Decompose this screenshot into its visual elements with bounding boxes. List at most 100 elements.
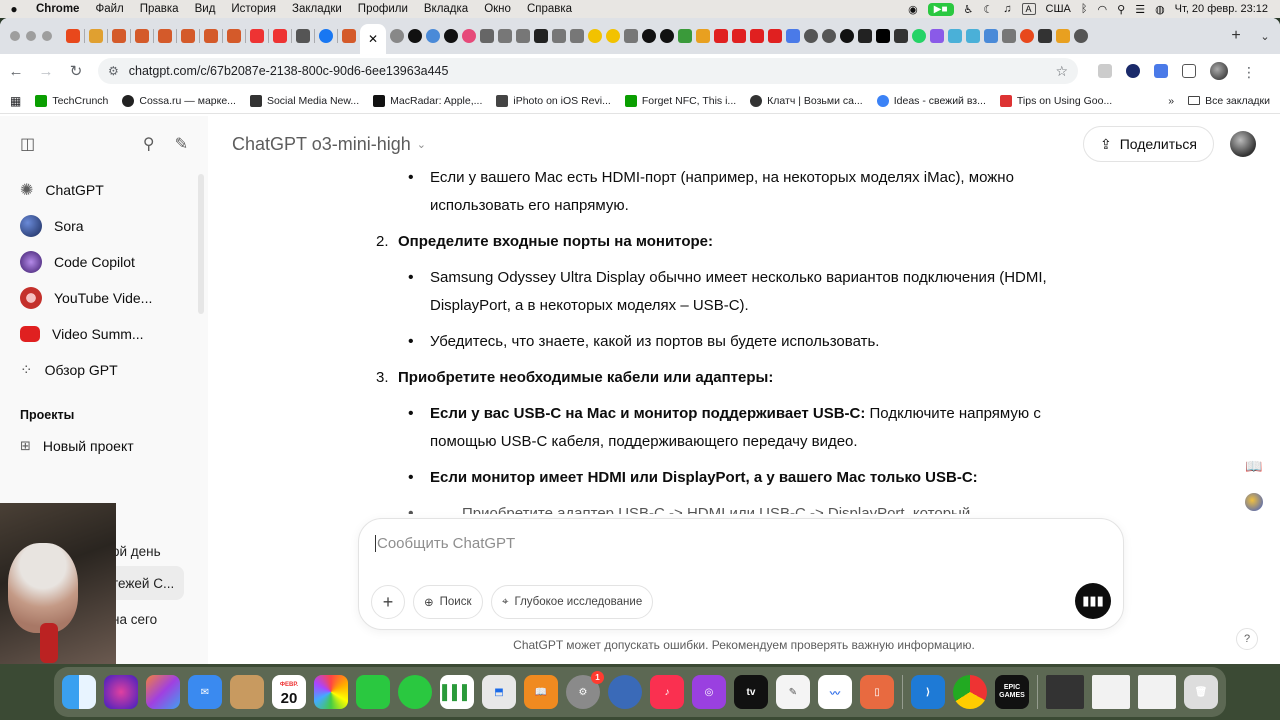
menubar-datetime[interactable]: Чт, 20 февр. 23:12 <box>1175 3 1268 15</box>
tab-favicon[interactable] <box>1020 29 1034 43</box>
tab-favicon[interactable] <box>966 29 980 43</box>
tab-favicon[interactable] <box>786 29 800 43</box>
x-tab-favicon[interactable] <box>876 29 890 43</box>
composer-input[interactable]: Сообщить ChatGPT <box>375 535 515 552</box>
github-tab-favicon[interactable] <box>642 29 656 43</box>
translate-extension-icon[interactable] <box>1154 64 1168 78</box>
zoom-window-button[interactable] <box>42 31 52 41</box>
bookmark-star-icon[interactable]: ☆ <box>1055 63 1068 80</box>
back-button[interactable]: ← <box>8 63 24 80</box>
minimize-window-button[interactable] <box>26 31 36 41</box>
tab-favicon[interactable] <box>948 29 962 43</box>
github-tab-favicon[interactable] <box>408 29 422 43</box>
minimized-window[interactable] <box>1092 675 1130 709</box>
iphone-mirroring-icon[interactable]: ▯ <box>860 675 894 709</box>
menu-history[interactable]: История <box>223 3 284 15</box>
youtube-tab-favicon[interactable] <box>768 29 782 43</box>
menu-bookmarks[interactable]: Закладки <box>284 3 350 15</box>
chrome-dock-icon[interactable] <box>953 675 987 709</box>
open-book-icon[interactable]: 📖 <box>1242 454 1266 478</box>
youtube-tab-favicon[interactable] <box>750 29 764 43</box>
close-window-button[interactable] <box>10 31 20 41</box>
tab-favicon[interactable] <box>570 29 584 43</box>
tab-favicon[interactable] <box>1056 29 1070 43</box>
tab-favicon[interactable] <box>930 29 944 43</box>
chrome-menu-icon[interactable]: ⋮ <box>1242 64 1256 80</box>
control-center-icon[interactable]: ☰ <box>1135 3 1145 16</box>
extension-icon[interactable] <box>1098 64 1112 78</box>
input-source-label[interactable]: США <box>1046 3 1071 15</box>
github-tab-favicon[interactable] <box>444 29 458 43</box>
active-tab[interactable]: ✕ <box>360 24 386 54</box>
bookmark-cossa[interactable]: Cossa.ru — марке... <box>122 94 236 107</box>
menu-app-name[interactable]: Chrome <box>28 3 87 15</box>
help-button[interactable]: ? <box>1236 628 1258 650</box>
address-bar-url[interactable]: chatgpt.com/c/67b2087e-2138-800c-90d6-6e… <box>129 64 449 78</box>
numbers-icon[interactable]: ▌▌▌ <box>440 675 474 709</box>
composer[interactable]: Сообщить ChatGPT + ⊕ Поиск ⌖ Глубокое иссл… <box>358 518 1124 630</box>
reload-button[interactable]: ↻ <box>68 62 84 80</box>
wifi-icon[interactable]: ◠ <box>1098 3 1108 16</box>
do-not-disturb-icon[interactable]: ☾ <box>983 3 993 16</box>
menu-tab[interactable]: Вкладка <box>416 3 476 15</box>
apps-grid-icon[interactable]: ▦ <box>10 94 21 108</box>
tab-favicon[interactable] <box>204 29 218 43</box>
apple-menu-icon[interactable]: ● <box>0 2 28 16</box>
apple-tv-icon[interactable]: tv <box>734 675 768 709</box>
share-button[interactable]: ⇪ Поделиться <box>1082 126 1214 162</box>
site-info-icon[interactable]: ⚙ <box>108 64 119 78</box>
sidebar-item-chatgpt[interactable]: ✺ ChatGPT <box>0 172 208 208</box>
sidebar-item-code-copilot[interactable]: Code Copilot <box>0 244 208 280</box>
tab-favicon[interactable] <box>227 29 241 43</box>
menu-window[interactable]: Окно <box>476 3 519 15</box>
menu-edit[interactable]: Правка <box>132 3 187 15</box>
epic-games-icon[interactable]: EPIC GAMES <box>995 675 1029 709</box>
freeform-icon[interactable]: 〰 <box>818 675 852 709</box>
youtube-tab-favicon[interactable] <box>732 29 746 43</box>
search-chats-icon[interactable]: ⚲ <box>143 134 155 154</box>
mail-icon[interactable]: ✉ <box>188 675 222 709</box>
search-button[interactable]: ⊕ Поиск <box>413 585 483 619</box>
deep-research-button[interactable]: ⌖ Глубокое исследование <box>491 585 654 619</box>
facebook-tab-favicon[interactable] <box>319 29 333 43</box>
extension-icon[interactable] <box>1126 64 1140 78</box>
tab-favicon[interactable] <box>696 29 710 43</box>
tab-favicon[interactable] <box>516 29 530 43</box>
keynote-icon[interactable]: ⬒ <box>482 675 516 709</box>
sidebar-item-video-summary[interactable]: Video Summ... <box>0 316 208 352</box>
facetime-icon[interactable] <box>356 675 390 709</box>
attach-button[interactable]: + <box>371 585 405 619</box>
toggle-sidebar-icon[interactable]: ◫ <box>20 134 35 154</box>
minimized-window[interactable] <box>1046 675 1084 709</box>
tab-favicon[interactable] <box>250 29 264 43</box>
music-icon[interactable]: ♪ <box>650 675 684 709</box>
tab-favicon[interactable] <box>296 29 310 43</box>
bookmark-social-media-news[interactable]: Social Media New... <box>249 94 359 107</box>
tab-favicon[interactable] <box>426 29 440 43</box>
accessibility-icon[interactable]: ♿ <box>964 3 974 16</box>
forward-button[interactable]: → <box>38 63 54 80</box>
github-tab-favicon[interactable] <box>660 29 674 43</box>
tab-favicon[interactable] <box>894 29 908 43</box>
messages-icon[interactable] <box>398 675 432 709</box>
tab-favicon[interactable] <box>534 29 548 43</box>
tab-favicon[interactable] <box>804 29 818 43</box>
bookmark-klatch[interactable]: Клатч | Возьми са... <box>750 94 863 107</box>
quicktime-icon[interactable] <box>608 675 642 709</box>
tab-favicon[interactable] <box>158 29 172 43</box>
model-selector[interactable]: ChatGPT o3-mini-high ⌄ <box>232 134 426 155</box>
contacts-icon[interactable] <box>230 675 264 709</box>
menu-profiles[interactable]: Профили <box>350 3 416 15</box>
bookmarks-more-icon[interactable]: » <box>1168 95 1174 107</box>
youtube-tab-favicon[interactable] <box>714 29 728 43</box>
tab-favicon[interactable] <box>552 29 566 43</box>
books-icon[interactable]: 📖 <box>524 675 558 709</box>
new-tab-button[interactable]: + <box>1222 27 1250 45</box>
sidebar-item-youtube-video[interactable]: YouTube Vide... <box>0 280 208 316</box>
tab-favicon[interactable] <box>181 29 195 43</box>
sidebar-item-sora[interactable]: Sora <box>0 208 208 244</box>
trash-icon[interactable]: 🗑 <box>1184 675 1218 709</box>
textedit-icon[interactable]: ✎ <box>776 675 810 709</box>
voice-mode-button[interactable]: ▮▮▮ <box>1075 583 1111 619</box>
tab-favicon[interactable] <box>1002 29 1016 43</box>
